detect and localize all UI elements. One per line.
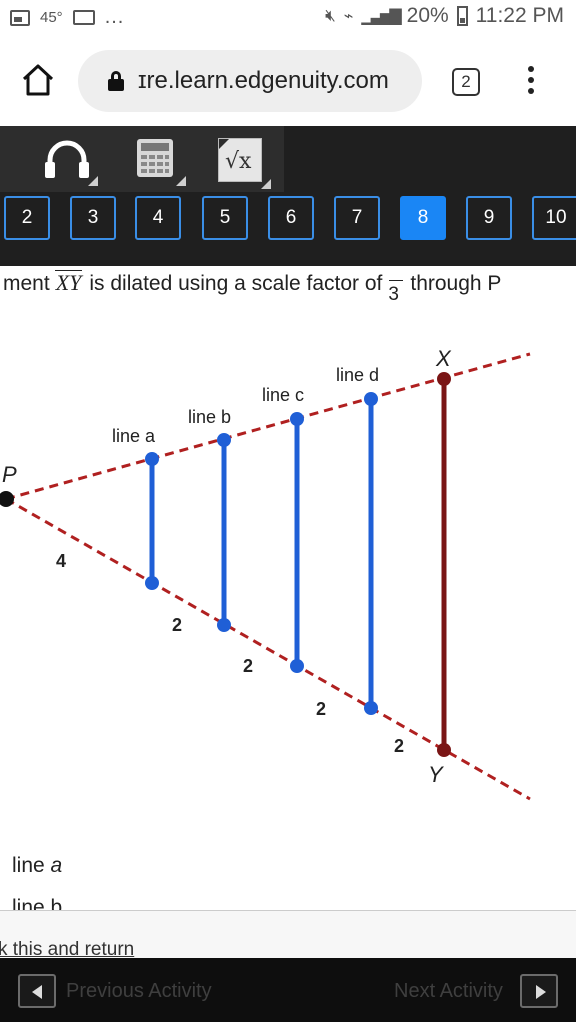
- upper-ray: [5, 352, 531, 501]
- dilation-diagram: P X Y line a line b line c line d 4 2 2 …: [0, 310, 576, 830]
- browser-menu-icon[interactable]: [524, 66, 538, 98]
- calculator-icon: [137, 139, 173, 177]
- headphones-icon: [45, 140, 89, 178]
- clock: 11:22 PM: [475, 4, 564, 27]
- question-button-2[interactable]: 2: [4, 196, 50, 240]
- formula-tool[interactable]: √x: [218, 138, 271, 189]
- battery-percent: 20%: [406, 4, 449, 27]
- point-b-top: [217, 433, 231, 447]
- question-text: ment XY is dilated using a scale factor …: [0, 266, 576, 310]
- segment-label: XY: [54, 270, 83, 295]
- next-activity-button[interactable]: [520, 974, 558, 1008]
- screen-cast-icon: [72, 10, 95, 25]
- signal-icon: ▁▃▅▇: [361, 8, 401, 25]
- calculator-tool[interactable]: [128, 134, 186, 186]
- point-c-top: [290, 412, 304, 426]
- activity-footer: Previous Activity Next Activity: [0, 958, 576, 1022]
- label-line-b: line b: [188, 407, 231, 427]
- point-c-bottom: [290, 659, 304, 673]
- answer-option-line-a[interactable]: line a: [12, 854, 62, 878]
- label-p: P: [2, 462, 17, 487]
- question-button-9[interactable]: 9: [466, 196, 512, 240]
- status-bar: 45° ... 🔇︎ ⌁ ▁▃▅▇ 20% 11:22 PM: [0, 0, 576, 36]
- previous-activity-label: Previous Activity: [66, 980, 212, 1002]
- question-suffix: through P: [410, 272, 502, 295]
- answer-option-a-letter: a: [50, 854, 63, 877]
- temperature: 45°: [40, 9, 63, 26]
- scale-factor-fraction: 3: [388, 274, 404, 305]
- question-button-10[interactable]: 10: [532, 196, 576, 240]
- label-line-c: line c: [262, 385, 304, 405]
- mark-and-return-link[interactable]: k this and return: [0, 939, 134, 958]
- question-button-3[interactable]: 3: [70, 196, 116, 240]
- square-root-icon: √x: [225, 149, 252, 174]
- mute-icon: 🔇︎: [325, 6, 336, 25]
- battery-icon: [456, 6, 468, 26]
- point-y: [437, 743, 451, 757]
- home-icon[interactable]: [20, 62, 56, 98]
- question-button-5[interactable]: 5: [202, 196, 248, 240]
- question-prefix: ment: [3, 272, 50, 295]
- label-line-a: line a: [112, 426, 156, 446]
- question-button-8[interactable]: 8: [400, 196, 446, 240]
- point-d-top: [364, 392, 378, 406]
- length-label-dy: 2: [394, 736, 404, 756]
- point-d-bottom: [364, 701, 378, 715]
- chevron-left-icon: [32, 985, 42, 999]
- tab-switcher-button[interactable]: 2: [452, 68, 480, 96]
- question-button-6[interactable]: 6: [268, 196, 314, 240]
- label-x: X: [435, 346, 452, 371]
- previous-activity-button[interactable]: [18, 974, 56, 1008]
- activity-toolbar: √x 2 3 4 5 6 7 8 9 10: [0, 126, 576, 266]
- tools-row: √x: [0, 126, 284, 192]
- browser-bar: ɪre.learn.edgenuity.com 2: [0, 36, 576, 126]
- chevron-right-icon: [536, 985, 546, 999]
- url-text: ɪre.learn.edgenuity.com: [138, 67, 389, 94]
- length-label-pa: 4: [56, 551, 66, 571]
- question-button-4[interactable]: 4: [135, 196, 181, 240]
- label-y: Y: [428, 762, 444, 787]
- point-a-bottom: [145, 576, 159, 590]
- lower-ray: [5, 497, 531, 801]
- answer-options: line a line b: [0, 830, 576, 910]
- question-button-7[interactable]: 7: [334, 196, 380, 240]
- question-middle: is dilated using a scale factor of: [89, 272, 383, 295]
- lock-icon: [108, 71, 124, 91]
- diagram-svg: P X Y line a line b line c line d 4 2 2 …: [0, 346, 531, 801]
- more-notifications: ...: [104, 6, 125, 28]
- question-navigation: 2 3 4 5 6 7 8 9 10: [0, 194, 576, 266]
- point-a-top: [145, 452, 159, 466]
- label-line-d: line d: [336, 365, 379, 385]
- length-label-bc: 2: [243, 656, 253, 676]
- answer-option-line-b[interactable]: line b: [12, 896, 62, 910]
- next-activity-label: Next Activity: [394, 980, 503, 1002]
- point-x: [437, 372, 451, 386]
- point-p: [0, 491, 14, 507]
- headphones-tool[interactable]: [40, 134, 98, 186]
- mark-this-row: k this and return: [0, 911, 576, 958]
- wifi-icon: ⌁: [343, 8, 354, 25]
- length-label-ab: 2: [172, 615, 182, 635]
- point-b-bottom: [217, 618, 231, 632]
- address-bar[interactable]: ɪre.learn.edgenuity.com: [78, 50, 422, 112]
- gallery-icon: [10, 9, 30, 26]
- length-label-cd: 2: [316, 699, 326, 719]
